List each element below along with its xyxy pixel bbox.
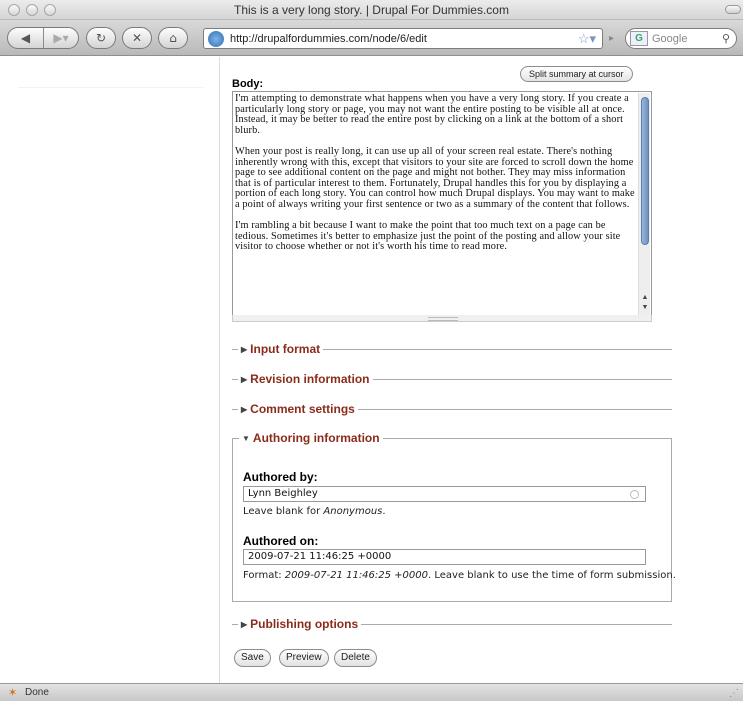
comment-settings-legend: Comment settings: [250, 402, 355, 416]
authored-by-value: Lynn Beighley: [248, 488, 318, 499]
search-bar[interactable]: G Google ⚲: [625, 28, 737, 49]
address-bar[interactable]: http://drupalfordummies.com/node/6/edit …: [203, 28, 603, 49]
authoring-information-toggle[interactable]: ▼ Authoring information: [239, 431, 383, 445]
status-activity-icon: ✶: [8, 687, 18, 699]
stop-icon: ✕: [131, 31, 143, 45]
help-text: Format:: [243, 570, 285, 581]
revision-information-toggle[interactable]: ▶ Revision information: [238, 372, 373, 386]
left-sidebar: [0, 57, 220, 683]
authored-on-label: Authored on:: [243, 534, 319, 548]
collapsed-triangle-icon: ▶: [241, 405, 248, 414]
authoring-information-legend: Authoring information: [252, 431, 380, 445]
search-icon[interactable]: ⚲: [722, 32, 730, 45]
search-engine-icon[interactable]: G: [630, 31, 648, 46]
url-text: http://drupalfordummies.com/node/6/edit: [230, 32, 427, 45]
fieldset-revision-information[interactable]: ▶ Revision information: [232, 372, 672, 386]
search-placeholder: Google: [652, 32, 688, 45]
fieldset-publishing-options[interactable]: ▶ Publishing options: [232, 617, 672, 631]
revision-information-legend: Revision information: [250, 372, 370, 386]
toolbar-toggle-button[interactable]: [725, 5, 741, 14]
autocomplete-icon: [630, 490, 639, 499]
fieldset-comment-settings[interactable]: ▶ Comment settings: [232, 402, 672, 416]
reload-button[interactable]: ↻: [86, 27, 116, 49]
body-paragraph: When your post is really long, it can us…: [235, 145, 635, 210]
status-text: Done: [25, 687, 49, 698]
site-favicon-icon: [208, 30, 224, 47]
collapsed-triangle-icon: ▶: [241, 620, 248, 629]
help-text: . Leave blank to use the time of form su…: [428, 570, 676, 581]
authored-by-label: Authored by:: [243, 470, 318, 484]
scroll-up-arrow-icon[interactable]: ▲: [641, 292, 649, 303]
help-text: .: [382, 506, 386, 517]
collapsed-triangle-icon: ▶: [241, 345, 248, 354]
window-resize-grip-icon[interactable]: ⋰: [729, 688, 739, 699]
browser-toolbar: ◀ ▶▾ ↻ ✕ ⌂ http://drupalfordummies.com/n…: [0, 20, 743, 56]
home-icon: ⌂: [169, 31, 177, 45]
back-arrow-icon: ◀: [20, 31, 31, 45]
delete-button[interactable]: Delete: [334, 649, 377, 667]
textarea-resize-grip[interactable]: [232, 315, 652, 322]
back-button[interactable]: ◀: [8, 28, 43, 48]
authored-on-input[interactable]: 2009-07-21 11:46:25 +0000: [243, 549, 646, 565]
body-label: Body:: [232, 78, 264, 90]
help-text: Leave blank for: [243, 506, 324, 517]
expanded-triangle-icon: ▼: [242, 434, 250, 443]
authored-on-value: 2009-07-21 11:46:25 +0000: [248, 551, 392, 562]
comment-settings-toggle[interactable]: ▶ Comment settings: [238, 402, 358, 416]
search-engine-separator: ▸: [609, 33, 615, 44]
publishing-options-toggle[interactable]: ▶ Publishing options: [238, 617, 362, 631]
back-forward-group: ◀ ▶▾: [7, 27, 79, 49]
fieldset-input-format[interactable]: ▶ Input format: [232, 342, 672, 356]
window-titlebar: This is a very long story. | Drupal For …: [0, 0, 743, 20]
scroll-down-arrow-icon[interactable]: ▼: [641, 302, 649, 313]
help-emphasis: 2009-07-21 11:46:25 +0000: [284, 570, 429, 581]
publishing-options-legend: Publishing options: [250, 617, 359, 631]
body-paragraph: I'm attempting to demonstrate what happe…: [235, 93, 629, 136]
stop-button[interactable]: ✕: [122, 27, 152, 49]
help-emphasis: Anonymous: [323, 506, 383, 517]
home-button[interactable]: ⌂: [158, 27, 188, 49]
authored-on-help: Format: 2009-07-21 11:46:25 +0000. Leave…: [243, 570, 676, 581]
bookmark-star-icon[interactable]: ☆▾: [578, 31, 596, 47]
status-bar: ✶ Done ⋰: [0, 683, 743, 701]
collapsed-triangle-icon: ▶: [241, 375, 248, 384]
input-format-legend: Input format: [250, 342, 321, 356]
page-viewport: Split summary at cursor Body: I'm attemp…: [0, 57, 743, 683]
authored-by-help: Leave blank for Anonymous.: [243, 506, 386, 517]
scrollbar-thumb[interactable]: [641, 97, 649, 245]
input-format-toggle[interactable]: ▶ Input format: [238, 342, 324, 356]
authored-by-input[interactable]: Lynn Beighley: [243, 486, 646, 502]
save-button[interactable]: Save: [234, 649, 271, 667]
reload-icon: ↻: [95, 31, 107, 45]
preview-button[interactable]: Preview: [279, 649, 329, 667]
body-paragraph: I'm rambling a bit because I want to mak…: [235, 220, 621, 253]
fieldset-authoring-information: ▼ Authoring information Authored by: Lynn…: [232, 431, 676, 602]
split-summary-button[interactable]: Split summary at cursor: [520, 66, 633, 82]
textarea-scrollbar[interactable]: ▲ ▼: [638, 93, 650, 315]
body-textarea[interactable]: I'm attempting to demonstrate what happe…: [232, 91, 652, 317]
window-title: This is a very long story. | Drupal For …: [234, 3, 509, 17]
forward-button[interactable]: ▶▾: [42, 28, 78, 48]
forward-arrow-icon: ▶▾: [53, 31, 69, 45]
